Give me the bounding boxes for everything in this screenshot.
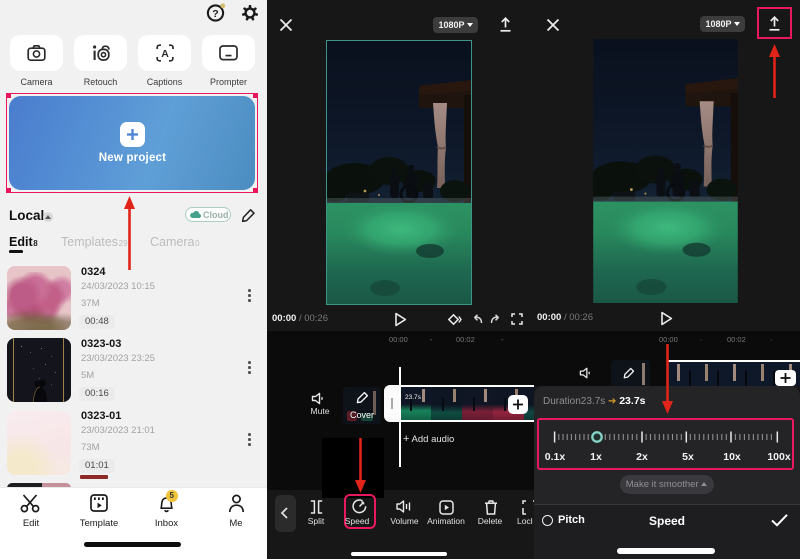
svg-text:?: ? (212, 8, 218, 20)
svg-text:A: A (161, 48, 169, 60)
